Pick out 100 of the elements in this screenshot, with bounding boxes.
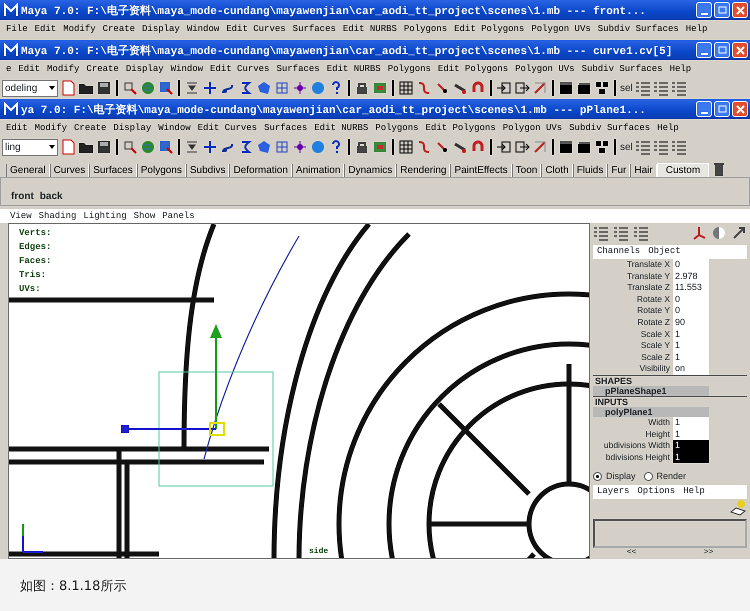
move-manipulator[interactable] [121, 324, 225, 436]
menu-item[interactable]: Polygons [375, 122, 419, 132]
panel-menu-item[interactable]: View [10, 211, 32, 221]
shelf-button[interactable]: back [40, 191, 63, 202]
menu-item[interactable]: Subdiv Surfaces [582, 64, 663, 74]
mode-dropdown[interactable]: odeling [2, 80, 58, 96]
panel-menu-item[interactable]: Lighting [83, 211, 127, 221]
lock-icon[interactable] [354, 139, 370, 155]
grid-icon[interactable] [398, 80, 414, 96]
shelf-tab[interactable]: Deformation [229, 164, 292, 177]
menu-item[interactable]: Display [113, 122, 152, 132]
attribute-value[interactable]: 90 [673, 316, 709, 329]
panel-menu-item[interactable]: Shading [38, 211, 76, 221]
minimize-button[interactable] [696, 42, 712, 58]
menu-item[interactable]: Edit NURBS [314, 122, 368, 132]
globe-icon[interactable] [140, 80, 156, 96]
menu-item[interactable]: Subdiv Surfaces [598, 24, 679, 34]
panel-menu-item[interactable]: Show [134, 211, 156, 221]
menu-item[interactable]: Edit Polygons [454, 24, 524, 34]
shelf-tab[interactable]: Fur [607, 164, 630, 177]
menu-item[interactable]: Edit Polygons [426, 122, 496, 132]
image-icon[interactable] [372, 139, 388, 155]
arrow-icon[interactable] [731, 225, 747, 241]
shelf-tab[interactable]: Hair [630, 164, 657, 177]
plane-outline[interactable] [158, 372, 274, 486]
select-box-icon[interactable] [158, 80, 174, 96]
menu-item[interactable]: Help [670, 64, 692, 74]
shelf-tab[interactable]: Dynamics [344, 164, 396, 177]
arrow-out-icon[interactable] [514, 139, 530, 155]
plus-icon[interactable] [202, 80, 218, 96]
shading-icon[interactable] [711, 225, 727, 241]
menu-item[interactable]: Create [74, 122, 106, 132]
menu-item[interactable]: Edit [6, 122, 28, 132]
axes-icon[interactable] [691, 225, 707, 241]
shelf-tab[interactable]: Cloth [541, 164, 573, 177]
list-icon[interactable] [613, 225, 629, 241]
node-name[interactable]: pPlaneShape1 [593, 386, 709, 396]
attribute-value[interactable]: 1 [673, 440, 709, 452]
menu-item[interactable]: Polygons [404, 24, 448, 34]
curve-icon[interactable] [416, 80, 432, 96]
attribute-value[interactable]: 0 [673, 305, 709, 317]
list-icon[interactable] [652, 139, 669, 155]
shelf-tab[interactable]: General [6, 164, 50, 177]
menu-item[interactable]: Surfaces [292, 24, 336, 34]
menu-item[interactable]: Polygons [388, 64, 431, 74]
attribute-value[interactable]: 1 [673, 352, 709, 364]
menu-item[interactable]: Edit Curves [226, 24, 286, 34]
shelf-button[interactable]: front [11, 191, 34, 202]
arrow-in-icon[interactable] [496, 139, 512, 155]
menu-item[interactable]: Help [686, 24, 708, 34]
brush-icon[interactable] [532, 80, 548, 96]
arrow-in-icon[interactable] [496, 80, 512, 96]
attribute-value[interactable]: 1 [673, 328, 709, 340]
panel-menu-item[interactable]: Panels [162, 211, 195, 221]
list-icon[interactable] [634, 80, 651, 96]
close-button[interactable] [732, 2, 748, 18]
menu-item[interactable]: Polygon UVs [515, 64, 575, 74]
curve-icon[interactable] [416, 139, 432, 155]
menu-item[interactable]: Create [86, 64, 119, 74]
menu-item[interactable]: Edit NURBS [342, 24, 397, 34]
attribute-value[interactable]: 1 [673, 416, 709, 429]
attribute-value[interactable]: 1 [673, 340, 709, 352]
pager-button[interactable]: << [626, 548, 636, 557]
shelf-tab[interactable]: Custom [656, 163, 710, 177]
image-icon[interactable] [372, 80, 388, 96]
radio-option[interactable]: Render [644, 471, 686, 482]
shelf-tab[interactable]: Surfaces [89, 164, 137, 177]
maximize-button[interactable] [714, 42, 730, 58]
curve-line[interactable] [203, 236, 300, 460]
menu-item[interactable]: Help [657, 122, 679, 132]
menu-item[interactable]: Subdiv Surfaces [569, 122, 650, 132]
menu-item[interactable]: Window [158, 122, 191, 132]
menu-item[interactable]: Layers [597, 486, 630, 498]
globe-icon[interactable] [140, 139, 156, 155]
grid-icon[interactable] [398, 139, 414, 155]
menu-item[interactable]: Modify [34, 122, 68, 132]
attribute-value[interactable]: 11.553 [673, 282, 709, 294]
menu-item[interactable]: e [6, 64, 12, 74]
menu-item[interactable]: Polygon UVs [531, 24, 591, 34]
node-name[interactable]: polyPlane1 [593, 406, 709, 417]
menu-item[interactable]: Options [637, 486, 676, 498]
plus-icon[interactable] [202, 139, 218, 155]
shelf-tab[interactable]: Subdivs [186, 164, 230, 177]
shelf-tab[interactable]: PaintEffects [450, 164, 512, 177]
list-icon[interactable] [670, 139, 687, 155]
menu-item[interactable]: File [6, 24, 28, 34]
attribute-value[interactable]: 1 [673, 452, 709, 464]
menu-item[interactable]: Help [683, 486, 705, 498]
minimize-button[interactable] [696, 101, 712, 117]
attribute-value[interactable]: 0 [673, 294, 709, 306]
menu-item[interactable]: Modify [47, 64, 80, 74]
cube-icon[interactable] [256, 80, 272, 96]
list-icon[interactable] [634, 139, 651, 155]
close-button[interactable] [732, 101, 748, 117]
list-icon[interactable] [670, 80, 687, 96]
menu-item[interactable]: Edit NURBS [326, 64, 381, 74]
maximize-button[interactable] [714, 101, 730, 117]
shelf-tab[interactable]: Curves [50, 164, 90, 177]
attribute-value[interactable]: 1 [673, 428, 709, 440]
menu-item[interactable]: Edit Curves [210, 64, 270, 74]
